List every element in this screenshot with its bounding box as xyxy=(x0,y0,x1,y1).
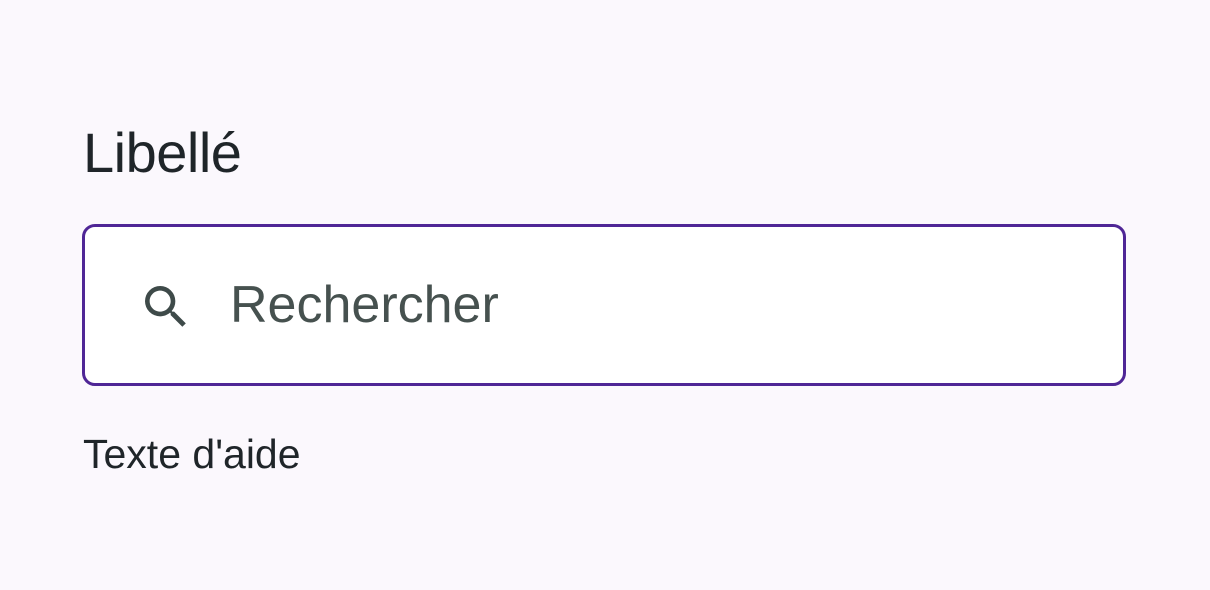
search-box[interactable] xyxy=(82,224,1126,386)
search-icon xyxy=(138,279,194,335)
field-label: Libellé xyxy=(83,121,242,184)
search-input[interactable] xyxy=(230,265,1080,345)
helper-text: Texte d'aide xyxy=(83,431,301,477)
